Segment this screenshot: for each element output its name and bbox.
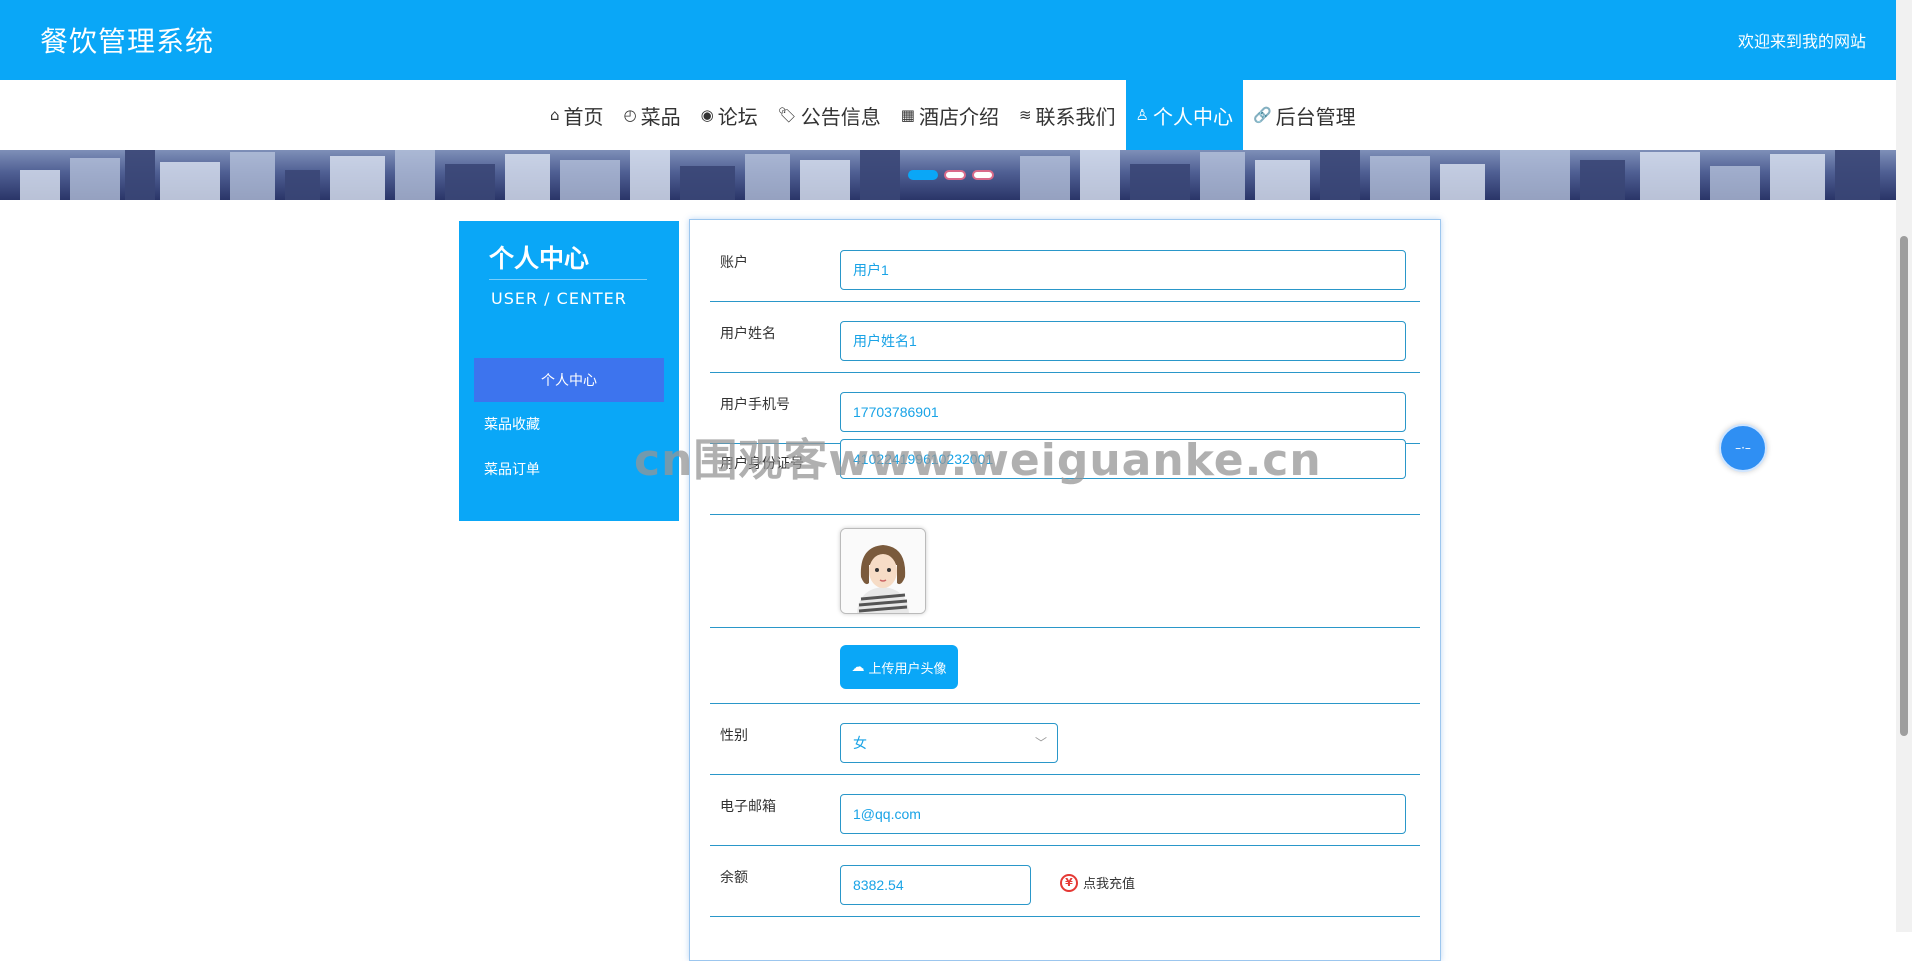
main-nav: ⌂ 首页 ◴ 菜品 ◉ 论坛 🏷 公告信息 ▦ 酒店介绍 ≋ 联系我们 ♙ 个人…	[0, 80, 1896, 151]
nav-item-label: 公告信息	[800, 104, 881, 129]
nav-item-hotel[interactable]: ▦ 酒店介绍	[891, 80, 1009, 150]
form-row-balance: 余额 8382.54 ¥ 点我充值	[710, 845, 1420, 917]
nav-item-user-center[interactable]: ♙ 个人中心	[1125, 80, 1243, 150]
link-icon: 🔗	[1252, 106, 1272, 124]
home-icon: ⌂	[550, 106, 560, 124]
cloud-upload-icon: ☁	[851, 659, 865, 675]
carousel-indicators	[908, 170, 994, 180]
upload-button-label: 上传用户头像	[868, 661, 947, 677]
recharge-link[interactable]: ¥ 点我充值	[1060, 873, 1135, 892]
welcome-text: 欢迎来到我的网站	[1737, 32, 1866, 51]
nav-item-forum[interactable]: ◉ 论坛	[691, 80, 768, 150]
nav-item-label: 菜品	[640, 104, 681, 129]
form-row-name: 用户姓名 用户姓名1	[710, 301, 1420, 373]
top-header: 餐饮管理系统 欢迎来到我的网站	[0, 0, 1896, 80]
sidebar-item-user-center[interactable]: 个人中心	[474, 358, 664, 402]
forum-icon: ◉	[700, 106, 714, 124]
chevron-down-icon: ﹀	[1034, 736, 1047, 750]
account-label: 账户	[720, 255, 748, 271]
balance-label: 余额	[720, 870, 748, 886]
email-input[interactable]: 1@qq.com	[840, 794, 1406, 834]
nav-item-notice[interactable]: 🏷 公告信息	[768, 80, 891, 150]
carousel-dot[interactable]	[944, 170, 966, 180]
nav-item-home[interactable]: ⌂ 首页	[540, 80, 614, 150]
yen-icon: ¥	[1060, 873, 1078, 892]
tag-icon: 🏷	[777, 106, 797, 124]
user-icon: ♙	[1135, 106, 1149, 124]
gender-select[interactable]: 女 ﹀	[840, 723, 1058, 763]
carousel-dot[interactable]	[908, 170, 938, 180]
floating-menu-button[interactable]: –·–	[1719, 424, 1767, 472]
user-avatar	[840, 528, 926, 614]
nav-item-label: 首页	[563, 104, 604, 129]
scrollbar-thumb[interactable]	[1900, 236, 1908, 736]
nav-item-label: 后台管理	[1275, 104, 1356, 129]
nav-item-contact[interactable]: ≋ 联系我们	[1009, 80, 1126, 150]
name-input[interactable]: 用户姓名1	[840, 321, 1406, 361]
balance-input[interactable]: 8382.54	[840, 865, 1031, 905]
form-row-email: 电子邮箱 1@qq.com	[710, 774, 1420, 846]
nav-item-label: 酒店介绍	[918, 104, 999, 129]
nav-item-label: 个人中心	[1152, 104, 1233, 129]
phone-label: 用户手机号	[720, 397, 790, 413]
nav-item-label: 联系我们	[1035, 104, 1116, 129]
gender-label: 性别	[720, 728, 748, 744]
watermark-text: cn围观客www.weiguanke.cn	[634, 435, 1322, 486]
sidebar-subtitle: USER / CENTER	[491, 289, 627, 308]
sidebar-divider	[489, 279, 647, 280]
form-row-gender: 性别 女 ﹀	[710, 703, 1420, 775]
page-scrollbar[interactable]	[1896, 0, 1912, 932]
clock-icon: ◴	[623, 106, 637, 124]
account-input[interactable]: 用户1	[840, 250, 1406, 290]
avatar-illustration	[841, 529, 925, 613]
form-row-avatar	[710, 514, 1420, 628]
grid-icon: ▦	[900, 106, 915, 124]
email-label: 电子邮箱	[720, 799, 776, 815]
nav-item-admin[interactable]: 🔗 后台管理	[1243, 80, 1366, 150]
form-row-upload: ☁ 上传用户头像	[710, 627, 1420, 704]
user-info-form: 账户 用户1 用户姓名 用户姓名1 用户手机号 17703786901 用户身份…	[689, 219, 1441, 961]
form-row-account: 账户 用户1	[710, 220, 1420, 302]
recharge-label: 点我充值	[1083, 877, 1136, 892]
nav-item-label: 论坛	[717, 104, 758, 129]
dash-icon: –·–	[1735, 441, 1751, 455]
gender-value: 女	[853, 735, 867, 751]
layers-icon: ≋	[1018, 106, 1032, 124]
carousel-dot[interactable]	[972, 170, 994, 180]
site-brand: 餐饮管理系统	[40, 25, 215, 58]
name-label: 用户姓名	[720, 326, 776, 342]
upload-avatar-button[interactable]: ☁ 上传用户头像	[840, 645, 958, 689]
nav-item-dishes[interactable]: ◴ 菜品	[614, 80, 691, 150]
sidebar-title: 个人中心	[489, 244, 590, 273]
